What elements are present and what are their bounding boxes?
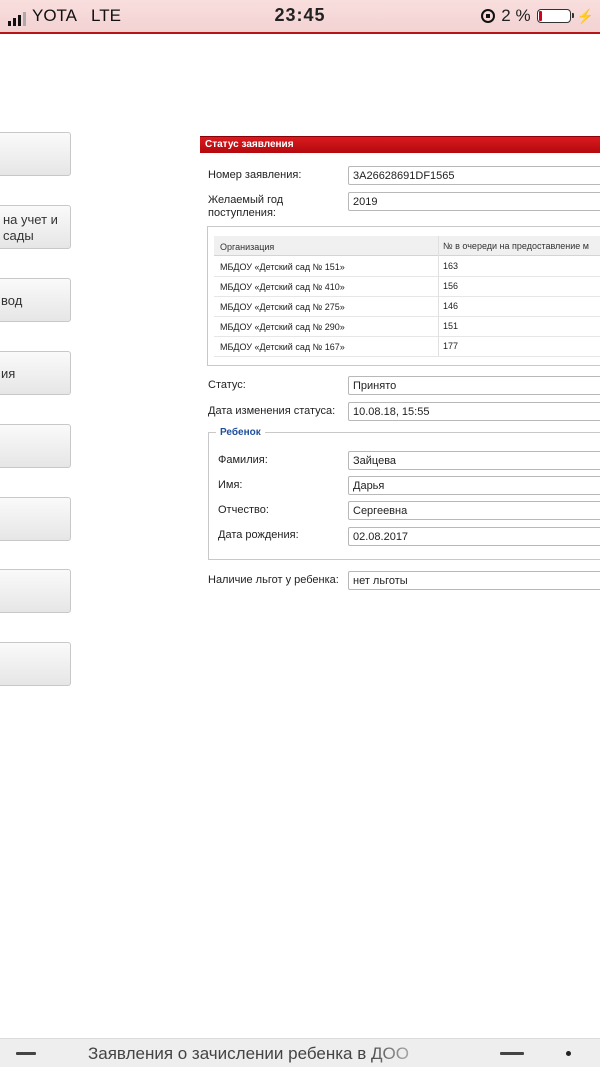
application-number-label: Номер заявления: [208, 169, 302, 181]
bottom-bar: Заявления о зачислении ребенка в ДОО [0, 1038, 600, 1067]
benefits-label: Наличие льгот у ребенка: [208, 574, 339, 586]
org-name: МБДОУ «Детский сад № 167» [220, 342, 345, 352]
table-row: МБДОУ «Детский сад № 167» 177 [214, 336, 600, 357]
status-field[interactable]: Принято [348, 376, 600, 395]
birthdate-label: Дата рождения: [218, 529, 299, 541]
menu-button-5[interactable] [0, 424, 71, 468]
menu-button-7[interactable] [0, 569, 71, 613]
status-panel: Статус заявления [200, 136, 600, 153]
benefits-field[interactable]: нет льготы [348, 571, 600, 590]
queue-number: 163 [438, 256, 458, 276]
menu-button-8[interactable] [0, 642, 71, 686]
org-name: МБДОУ «Детский сад № 275» [220, 302, 345, 312]
tab-switch-icon[interactable] [500, 1052, 524, 1055]
battery-info: 2 % ⚡ [481, 6, 594, 26]
status-bar: YOTA LTE 23:45 2 % ⚡ [0, 0, 600, 34]
name-label: Имя: [218, 479, 243, 491]
panel-title: Статус заявления [200, 136, 600, 153]
queue-table-header: Организация № в очереди на предоставлени… [214, 236, 600, 256]
menu-button-1[interactable] [0, 132, 71, 176]
table-row: МБДОУ «Детский сад № 410» 156 [214, 276, 600, 297]
column-organization: Организация [220, 242, 275, 252]
rotation-lock-icon [481, 9, 496, 23]
surname-label: Фамилия: [218, 454, 268, 466]
column-queue-position: № в очереди на предоставление м [438, 236, 589, 256]
menu-button-6[interactable] [0, 497, 71, 541]
surname-field[interactable]: Зайцева [348, 451, 600, 470]
status-date-field[interactable]: 10.08.18, 15:55 [348, 402, 600, 421]
window-title: Заявления о зачислении ребенка в ДОО [88, 1044, 409, 1063]
more-icon[interactable] [566, 1051, 571, 1056]
patronymic-field[interactable]: Сергеевна [348, 501, 600, 520]
org-name: МБДОУ «Детский сад № 410» [220, 282, 345, 292]
org-name: МБДОУ «Детский сад № 151» [220, 262, 345, 272]
charging-icon: ⚡ [576, 7, 594, 24]
year-field[interactable]: 2019 [348, 192, 600, 211]
queue-number: 156 [438, 276, 458, 296]
patronymic-label: Отчество: [218, 504, 269, 516]
battery-icon [536, 9, 574, 23]
table-row: МБДОУ «Детский сад № 151» 163 [214, 256, 600, 277]
child-legend: Ребенок [216, 427, 265, 438]
menu-button-3[interactable]: вод [0, 278, 71, 322]
table-row: МБДОУ «Детский сад № 275» 146 [214, 296, 600, 317]
org-name: МБДОУ «Детский сад № 290» [220, 322, 345, 332]
queue-number: 177 [438, 336, 458, 356]
status-date-label: Дата изменения статуса: [208, 405, 336, 417]
application-number-field[interactable]: 3A26628691DF1565 [348, 166, 600, 185]
queue-number: 151 [438, 316, 458, 336]
queue-number: 146 [438, 296, 458, 316]
menu-button-4[interactable]: ия [0, 351, 71, 395]
year-label: Желаемый год поступления: [208, 194, 284, 219]
battery-percent: 2 % [501, 6, 531, 25]
table-row: МБДОУ «Детский сад № 290» 151 [214, 316, 600, 337]
menu-button-2[interactable]: на учет и сады [0, 205, 71, 249]
minimize-icon[interactable] [16, 1052, 36, 1055]
birthdate-field[interactable]: 02.08.2017 [348, 527, 600, 546]
status-label: Статус: [208, 379, 246, 391]
name-field[interactable]: Дарья [348, 476, 600, 495]
